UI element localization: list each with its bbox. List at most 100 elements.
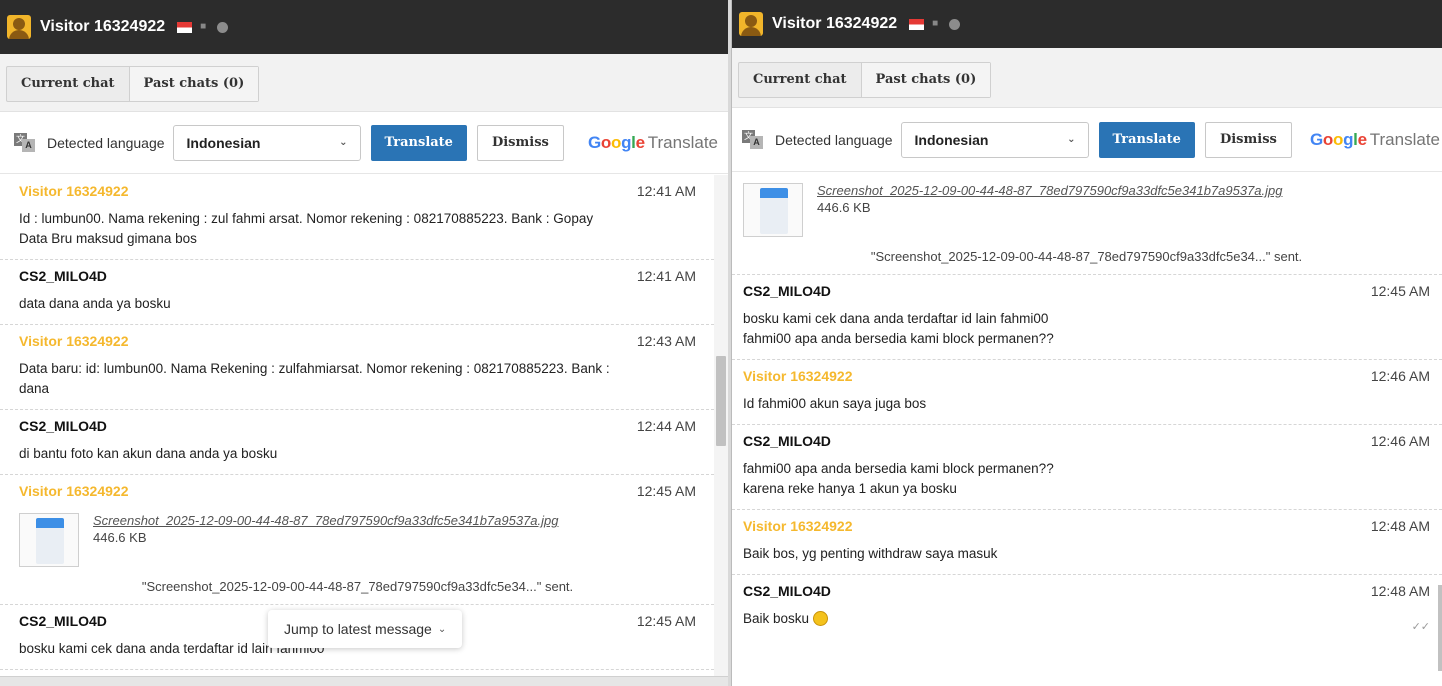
message-time: 12:45 AM bbox=[636, 483, 696, 499]
dismiss-button[interactable]: Dismiss bbox=[476, 124, 564, 161]
google-wordmark: Google bbox=[1309, 129, 1367, 149]
android-device-icon: ■ bbox=[200, 21, 207, 32]
message-time: 12:45 AM bbox=[636, 613, 696, 629]
message-time: 12:45 AM bbox=[1370, 283, 1430, 299]
message-item: CS2_MILO4D 12:45 AM bosku kami cek dana a… bbox=[732, 275, 1442, 360]
chat-header: Visitor 16324922 ■ bbox=[0, 0, 728, 54]
chat-header: Visitor 16324922 ■ bbox=[732, 0, 1442, 48]
message-item: Screenshot_2025-12-09-00-44-48-87_78ed79… bbox=[732, 173, 1442, 275]
chat-window-right: Visitor 16324922 ■ Current chat Past cha… bbox=[731, 0, 1442, 686]
file-thumbnail[interactable] bbox=[19, 513, 79, 567]
jump-to-latest-button[interactable]: Jump to latest message ⌄ bbox=[268, 610, 463, 648]
message-sender: Visitor 16324922 bbox=[19, 183, 129, 199]
message-text: Data baru: id: lumbun00. Nama Rekening :… bbox=[19, 361, 610, 396]
file-attachment: Screenshot_2025-12-09-00-44-48-87_78ed79… bbox=[19, 513, 696, 567]
message-text: Baik bos, yg penting withdraw saya masuk bbox=[743, 546, 998, 561]
read-receipt-icon: ✓✓ bbox=[1411, 621, 1430, 633]
message-item: Visitor 16324922 12:46 AM Id fahmi00 akun… bbox=[732, 360, 1442, 425]
tab-current-chat[interactable]: Current chat bbox=[7, 67, 129, 101]
file-attachment: Screenshot_2025-12-09-00-44-48-87_78ed79… bbox=[743, 183, 1430, 237]
file-thumbnail[interactable] bbox=[743, 183, 803, 237]
tab-current-chat[interactable]: Current chat bbox=[739, 63, 861, 97]
message-list[interactable]: Screenshot_2025-12-09-00-44-48-87_78ed79… bbox=[732, 173, 1442, 686]
message-list[interactable]: Visitor 16324922 12:41 AM Id : lumbun00. … bbox=[0, 175, 714, 676]
chat-tabs: Current chat Past chats (0) bbox=[6, 66, 260, 102]
translate-bar: 文A Detected language Indonesian ⌄ Transl… bbox=[732, 108, 1442, 172]
message-item: Visitor 16324922 12:41 AM Id : lumbun00. … bbox=[0, 175, 714, 260]
message-item: Visitor 16324922 12:43 AM Data baru: id: … bbox=[0, 325, 714, 410]
chevron-down-icon: ⌄ bbox=[1067, 134, 1076, 145]
language-select[interactable]: Indonesian ⌄ bbox=[900, 121, 1089, 158]
message-sender: CS2_MILO4D bbox=[743, 433, 831, 449]
translate-bar: 文A Detected language Indonesian ⌄ Transl… bbox=[0, 112, 728, 174]
message-time: 12:46 AM bbox=[1370, 433, 1430, 449]
visitor-avatar-icon bbox=[739, 12, 763, 36]
scrollbar-thumb[interactable] bbox=[716, 356, 726, 446]
android-device-icon: ■ bbox=[932, 18, 939, 29]
language-select[interactable]: Indonesian ⌄ bbox=[172, 124, 361, 161]
message-item: CS2_MILO4D 12:46 AM fahmi00 apa anda bers… bbox=[732, 425, 1442, 510]
message-text: di bantu foto kan akun dana anda ya bosk… bbox=[19, 446, 278, 461]
visitor-avatar-icon bbox=[7, 15, 31, 39]
language-select-value: Indonesian bbox=[186, 134, 261, 151]
file-size: 446.6 KB bbox=[817, 200, 871, 215]
google-translate-logo: Google Translate bbox=[1310, 130, 1440, 150]
message-sender: CS2_MILO4D bbox=[19, 268, 107, 284]
chat-tabs: Current chat Past chats (0) bbox=[738, 62, 992, 98]
dismiss-button[interactable]: Dismiss bbox=[1204, 121, 1292, 158]
indonesia-flag-icon bbox=[909, 18, 925, 30]
bottom-strip bbox=[0, 676, 728, 686]
translate-button[interactable]: Translate bbox=[1098, 121, 1195, 158]
file-link[interactable]: Screenshot_2025-12-09-00-44-48-87_78ed79… bbox=[817, 183, 1283, 198]
language-select-value: Indonesian bbox=[914, 131, 989, 148]
message-time: 12:48 AM bbox=[1370, 583, 1430, 599]
scrollbar-thumb[interactable] bbox=[1438, 585, 1442, 671]
chat-tabs-row: Current chat Past chats (0) bbox=[732, 48, 1442, 108]
chat-window-left: Visitor 16324922 ■ Current chat Past cha… bbox=[0, 0, 728, 686]
translate-icon: 文A bbox=[742, 129, 764, 150]
detected-language-label: Detected language bbox=[775, 131, 893, 148]
google-wordmark: Google bbox=[587, 132, 645, 152]
visitor-title: Visitor 16324922 bbox=[772, 15, 898, 32]
tab-past-chats[interactable]: Past chats (0) bbox=[860, 63, 991, 97]
chevron-down-icon: ⌄ bbox=[339, 137, 348, 148]
message-text-wrap: Baik bosku bbox=[743, 609, 1430, 629]
file-sent-note: "Screenshot_2025-12-09-00-44-48-87_78ed7… bbox=[141, 579, 574, 594]
message-time: 12:46 AM bbox=[1370, 368, 1430, 384]
translate-icon: 文A bbox=[14, 132, 36, 153]
file-link[interactable]: Screenshot_2025-12-09-00-44-48-87_78ed79… bbox=[93, 513, 559, 528]
browser-icon bbox=[217, 21, 229, 33]
message-sender: Visitor 16324922 bbox=[19, 333, 129, 349]
message-sender: CS2_MILO4D bbox=[19, 613, 107, 629]
detected-language-label: Detected language bbox=[47, 134, 165, 151]
message-item: Visitor 16324922 12:48 AM Baik bos, yg pe… bbox=[732, 510, 1442, 575]
smiley-emoji-icon bbox=[812, 611, 828, 626]
message-sender: Visitor 16324922 bbox=[19, 483, 129, 499]
message-time: 12:43 AM bbox=[636, 333, 696, 349]
message-item: Visitor 16324922 12:45 AM Screenshot_2025… bbox=[0, 475, 714, 605]
file-sent-note: "Screenshot_2025-12-09-00-44-48-87_78ed7… bbox=[870, 249, 1303, 264]
message-sender: Visitor 16324922 bbox=[743, 518, 853, 534]
message-time: 12:41 AM bbox=[636, 268, 696, 284]
message-text: fahmi00 apa anda bersedia kami block per… bbox=[743, 461, 1054, 496]
message-text: Id fahmi00 akun saya juga bos bbox=[743, 396, 927, 411]
translate-button[interactable]: Translate bbox=[370, 124, 467, 161]
message-time: 12:41 AM bbox=[636, 183, 696, 199]
browser-icon bbox=[949, 18, 961, 30]
jump-to-latest-label: Jump to latest message bbox=[284, 621, 432, 637]
message-sender: CS2_MILO4D bbox=[19, 418, 107, 434]
tab-past-chats[interactable]: Past chats (0) bbox=[128, 67, 259, 101]
message-text: Baik bosku bbox=[743, 611, 810, 626]
translate-wordmark: Translate bbox=[647, 132, 718, 152]
message-sender: CS2_MILO4D bbox=[743, 583, 831, 599]
chat-tabs-row: Current chat Past chats (0) bbox=[0, 54, 728, 112]
message-text: Id : lumbun00. Nama rekening : zul fahmi… bbox=[19, 211, 594, 246]
message-item: CS2_MILO4D 12:41 AM data dana anda ya bos… bbox=[0, 260, 714, 325]
message-text: bosku kami cek dana anda terdaftar id la… bbox=[743, 311, 1054, 346]
message-item: CS2_MILO4D 12:48 AM Baik bosku ✓✓ bbox=[732, 575, 1442, 645]
message-sender: Visitor 16324922 bbox=[743, 368, 853, 384]
google-translate-logo: Google Translate bbox=[588, 133, 718, 153]
message-sender: CS2_MILO4D bbox=[743, 283, 831, 299]
message-item: CS2_MILO4D 12:44 AM di bantu foto kan aku… bbox=[0, 410, 714, 475]
chevron-down-icon: ⌄ bbox=[437, 623, 447, 635]
